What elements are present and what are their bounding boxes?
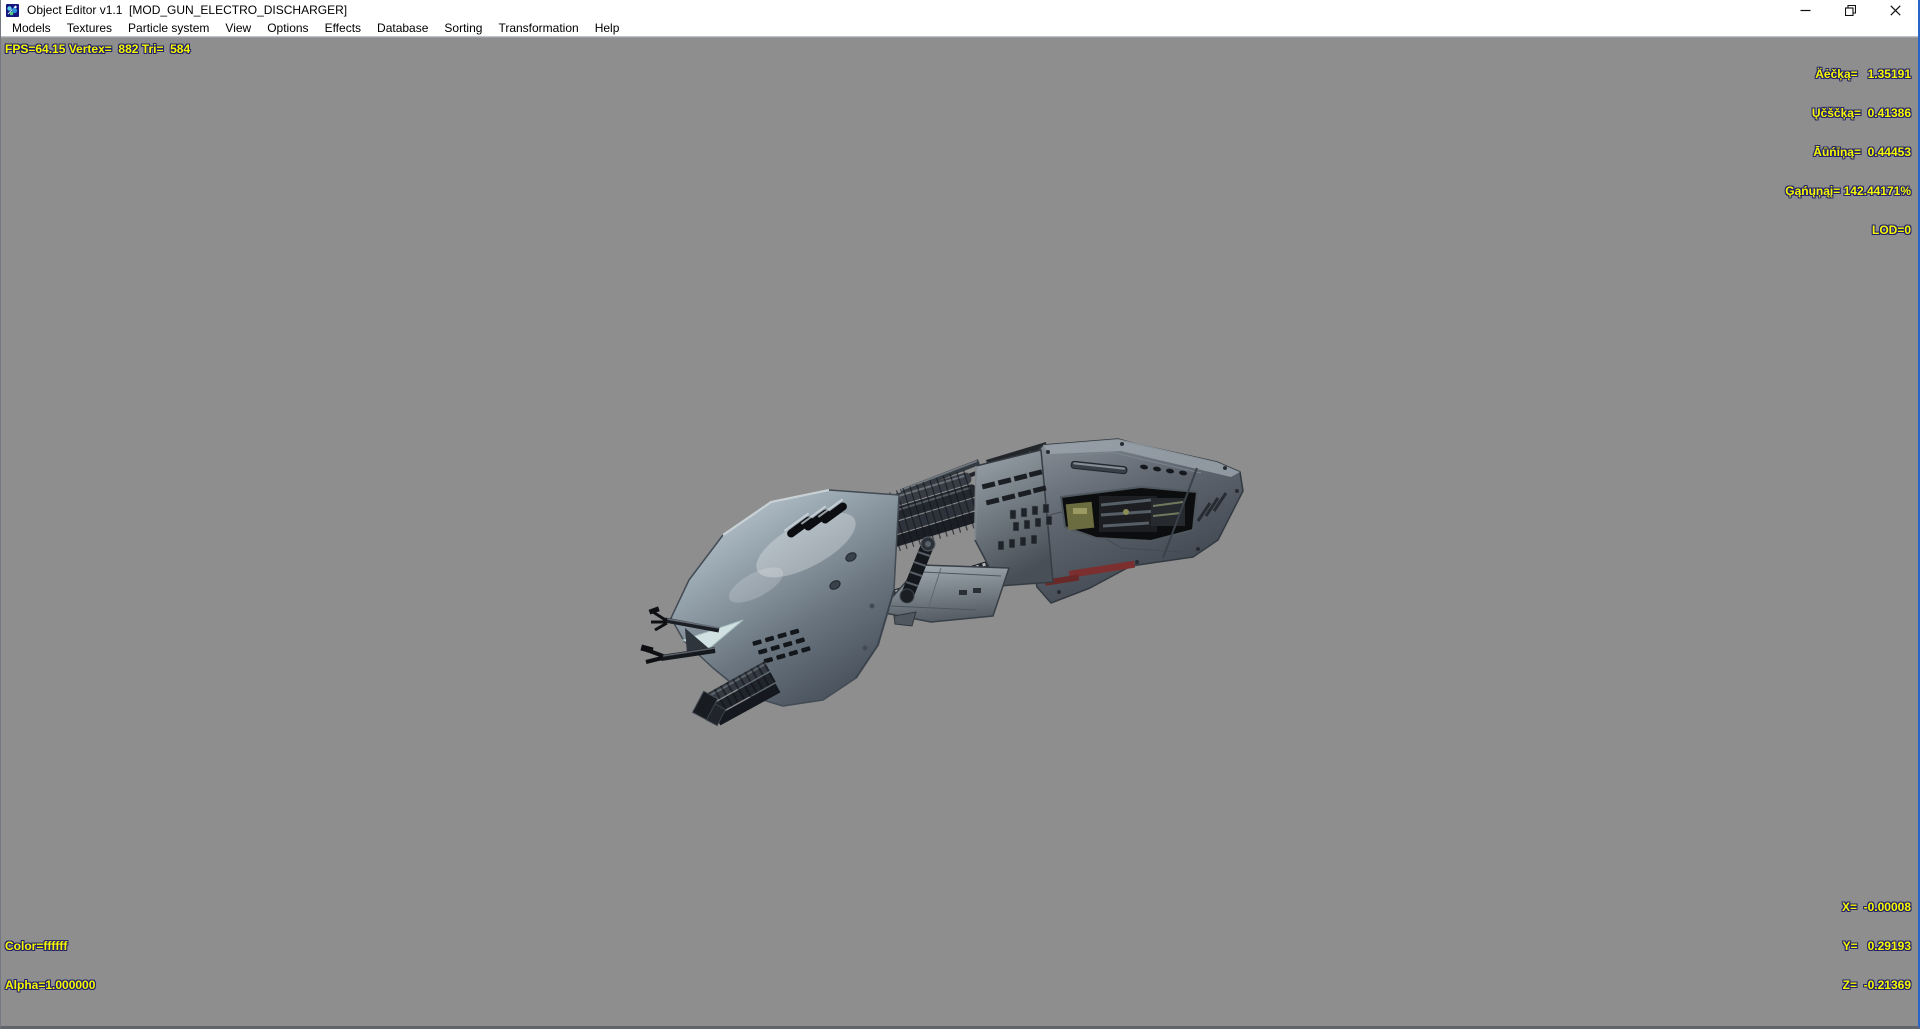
titlebar[interactable]: Object Editor v1.1 [MOD_GUN_ELECTRO_DISC…	[1, 0, 1918, 20]
window-controls	[1783, 0, 1918, 20]
menu-item-sorting[interactable]: Sorting	[436, 20, 490, 36]
menubar: Models Textures Particle system View Opt…	[1, 20, 1918, 36]
stats-dimensions-block: Äėčķą= 1.35191 Ųčščķą= 0.41386 Āūńīņą= 0…	[1785, 42, 1911, 263]
stat-x: X= -0.00008	[1841, 900, 1911, 914]
menu-item-view[interactable]: View	[217, 20, 259, 36]
menu-item-models[interactable]: Models	[4, 20, 59, 36]
stat-lod: LOD=0	[1871, 223, 1911, 237]
restore-button[interactable]	[1828, 0, 1873, 20]
stats-fps-vertex-tri: FPS=64.15 Vertex= 882 Tri= 584	[5, 42, 191, 56]
close-button[interactable]	[1873, 0, 1918, 20]
app-icon	[6, 3, 19, 17]
close-icon	[1890, 4, 1901, 16]
stats-color-alpha-block: Color=ffffff Alpha=1.000000	[5, 914, 95, 1018]
gun-model-render	[640, 438, 1244, 727]
stat-width: Ųčščķą= 0.41386	[1811, 106, 1911, 120]
minimize-icon	[1800, 9, 1811, 11]
viewport-3d[interactable]: FPS=64.15 Vertex= 882 Tri= 584 Äėčķą= 1.…	[1, 38, 1918, 1026]
stat-y: Y= 0.29193	[1842, 939, 1911, 953]
stat-length: Äėčķą= 1.35191	[1815, 67, 1911, 81]
menu-item-particle-system[interactable]: Particle system	[120, 20, 217, 36]
window-title: Object Editor v1.1 [MOD_GUN_ELECTRO_DISC…	[27, 3, 348, 17]
stats-position-block: X= -0.00008 Y= 0.29193 Z= -0.21369	[1842, 875, 1911, 1018]
menu-item-options[interactable]: Options	[259, 20, 316, 36]
stat-color: Color=ffffff	[5, 939, 68, 953]
menu-item-help[interactable]: Help	[587, 20, 628, 36]
stat-alpha: Alpha=1.000000	[5, 978, 96, 992]
menu-item-textures[interactable]: Textures	[59, 20, 120, 36]
menu-item-transformation[interactable]: Transformation	[490, 20, 586, 36]
menu-item-effects[interactable]: Effects	[317, 20, 369, 36]
app-window: Object Editor v1.1 [MOD_GUN_ELECTRO_DISC…	[0, 0, 1920, 1029]
menu-item-database[interactable]: Database	[369, 20, 436, 36]
restore-icon	[1845, 4, 1856, 16]
stat-height: Āūńīņą= 0.44453	[1813, 145, 1911, 159]
minimize-button[interactable]	[1783, 0, 1828, 20]
stat-scale: Ģąńųņąį= 142.44171%	[1785, 184, 1911, 198]
stat-z: Z= -0.21369	[1842, 978, 1911, 992]
